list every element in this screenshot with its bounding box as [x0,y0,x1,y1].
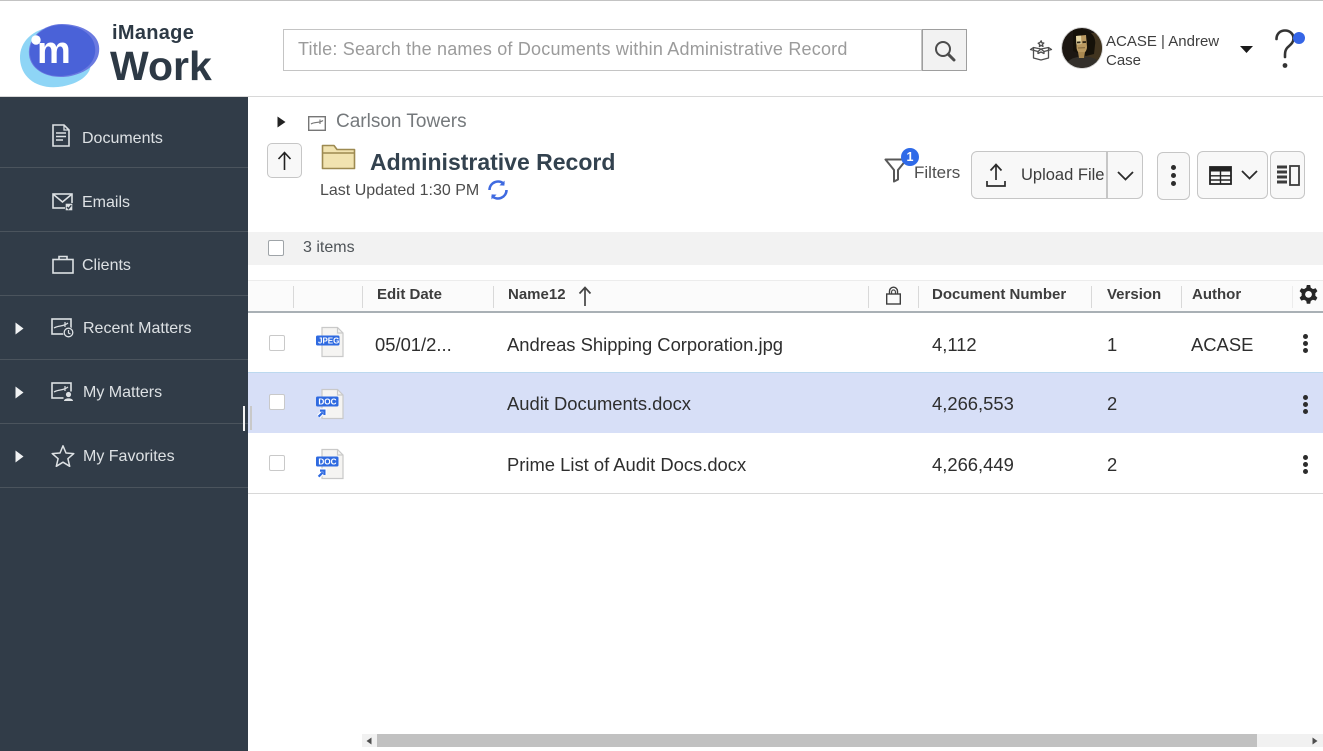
svg-text:JPEG: JPEG [318,337,339,346]
svg-text:m: m [37,30,71,72]
svg-text:DOC: DOC [318,398,336,407]
svg-text:DOC: DOC [318,458,336,467]
